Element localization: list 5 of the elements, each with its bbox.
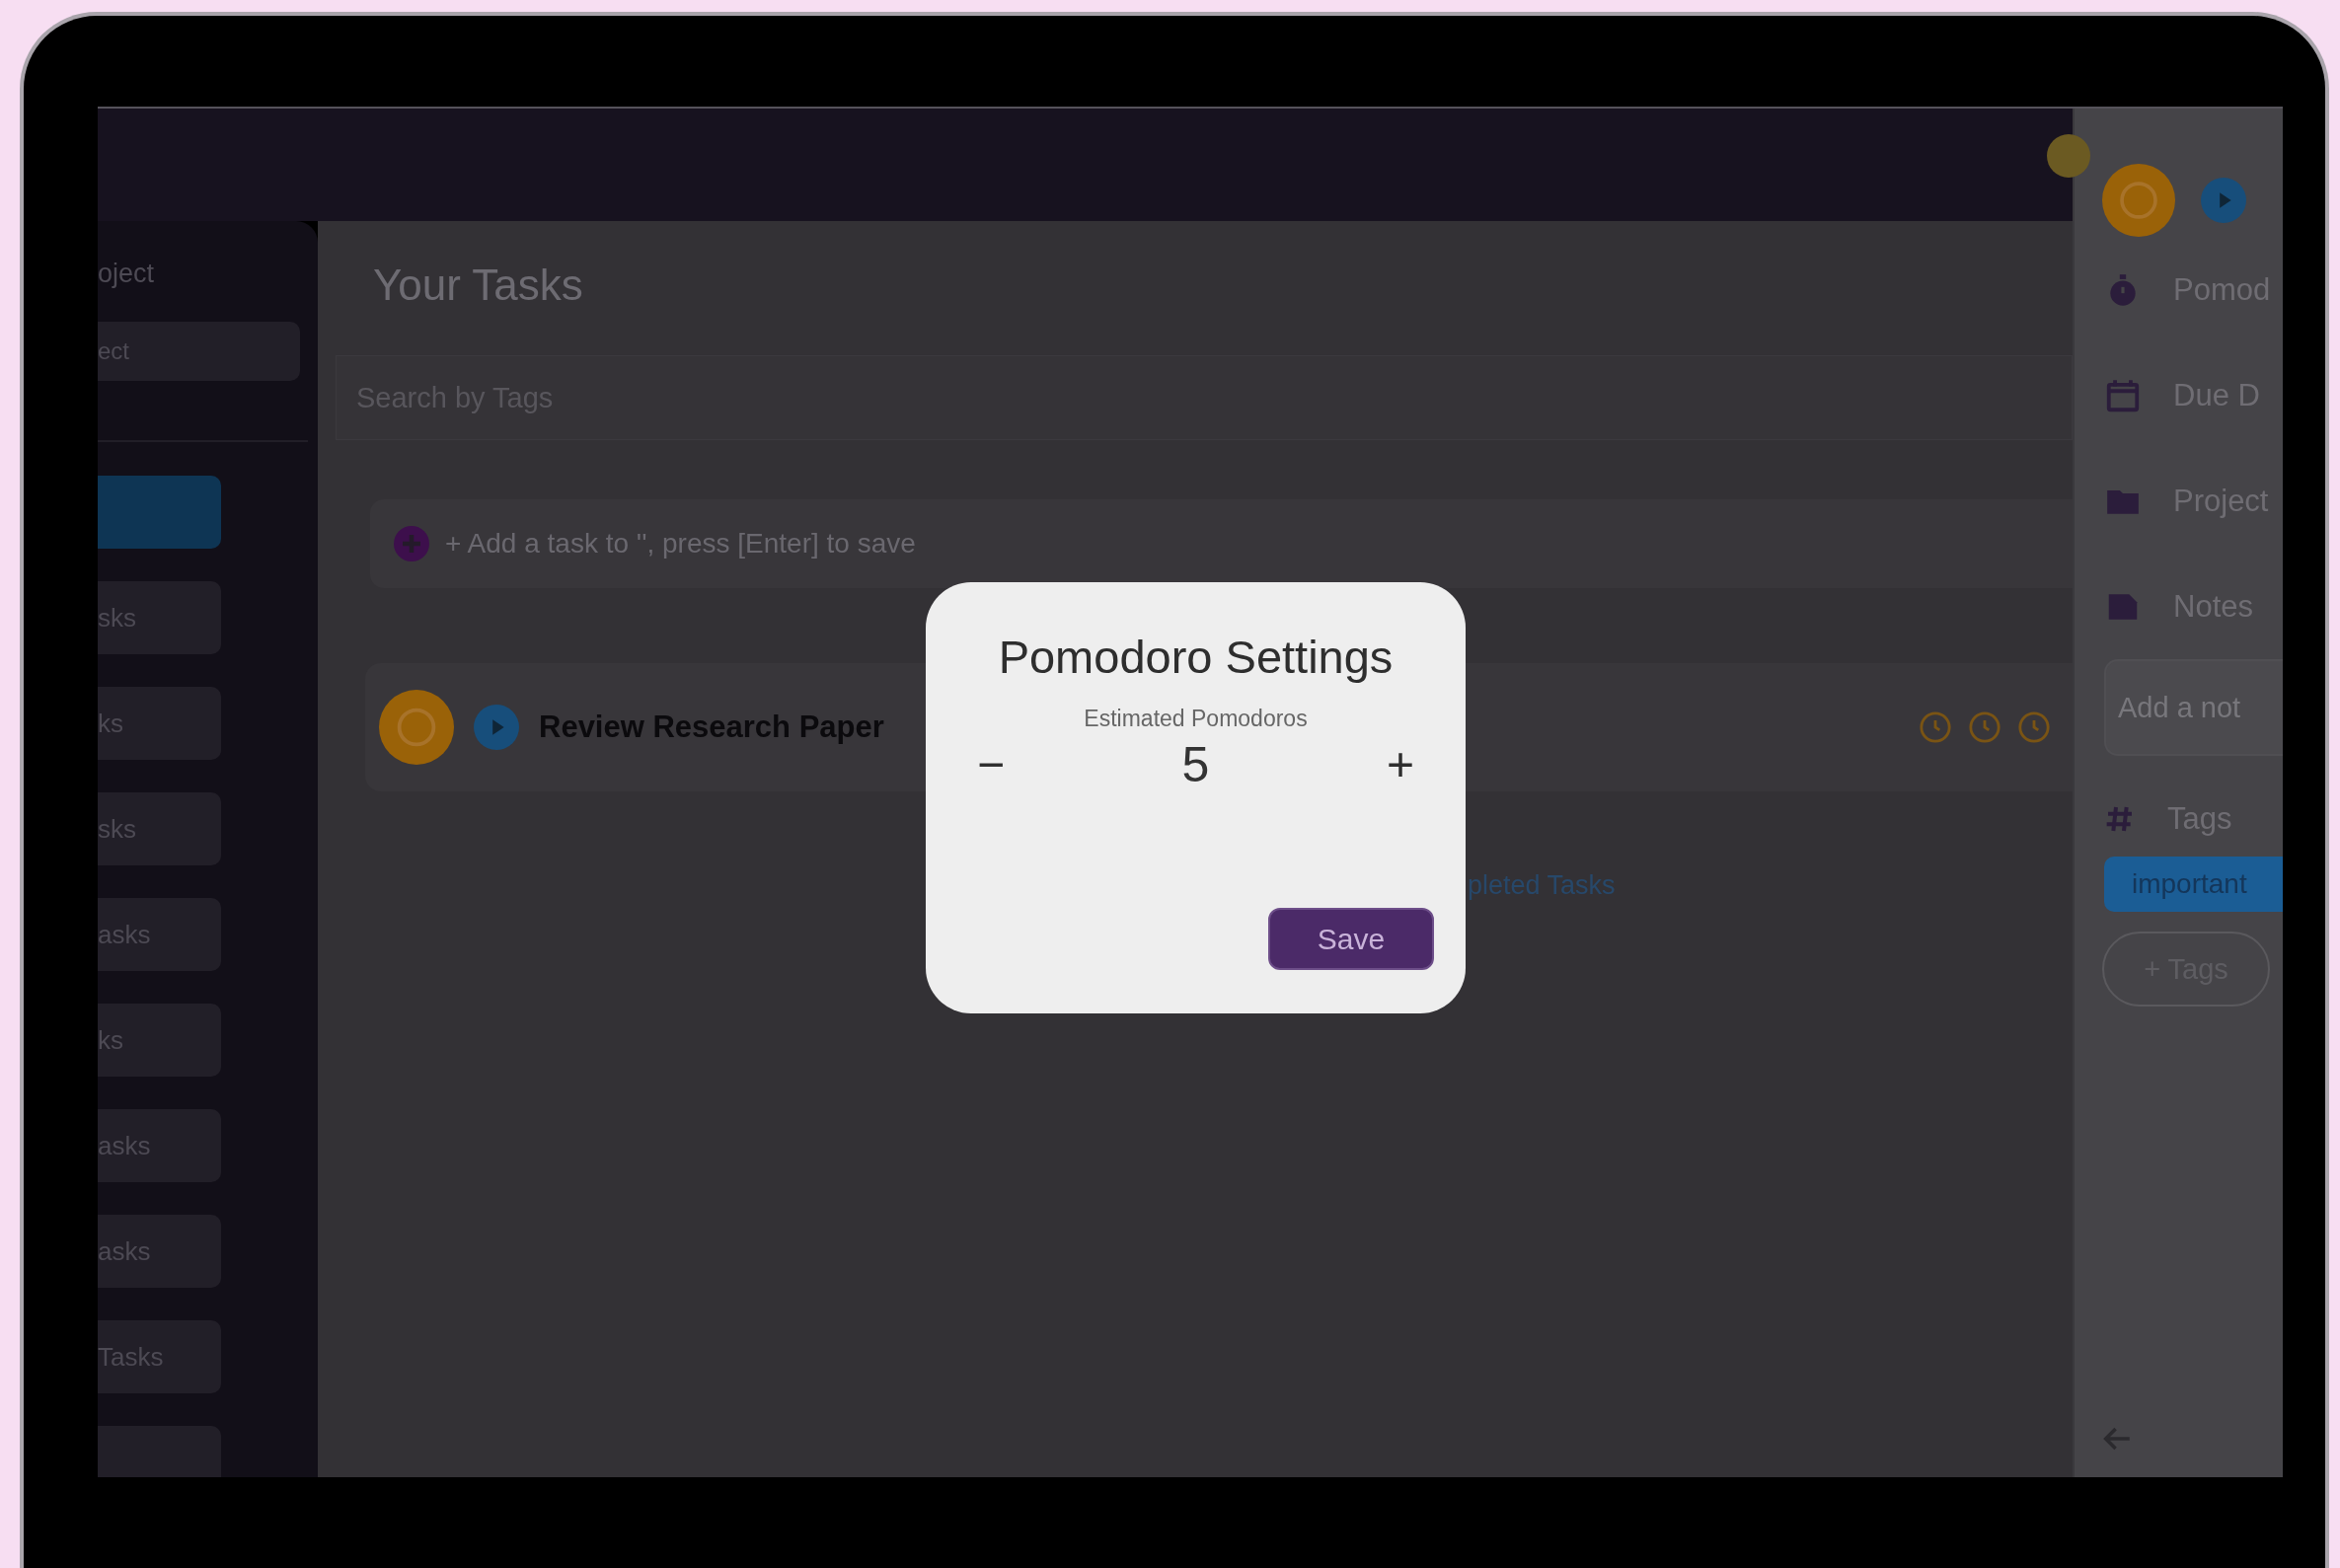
count-value: 5 [1181, 736, 1210, 793]
field-label: Estimated Pomodoros [1083, 706, 1309, 732]
dialog-title: Pomodoro Settings [997, 630, 1395, 684]
sidebar-heading: oject [98, 258, 156, 290]
page-title: Your Tasks [373, 261, 584, 311]
